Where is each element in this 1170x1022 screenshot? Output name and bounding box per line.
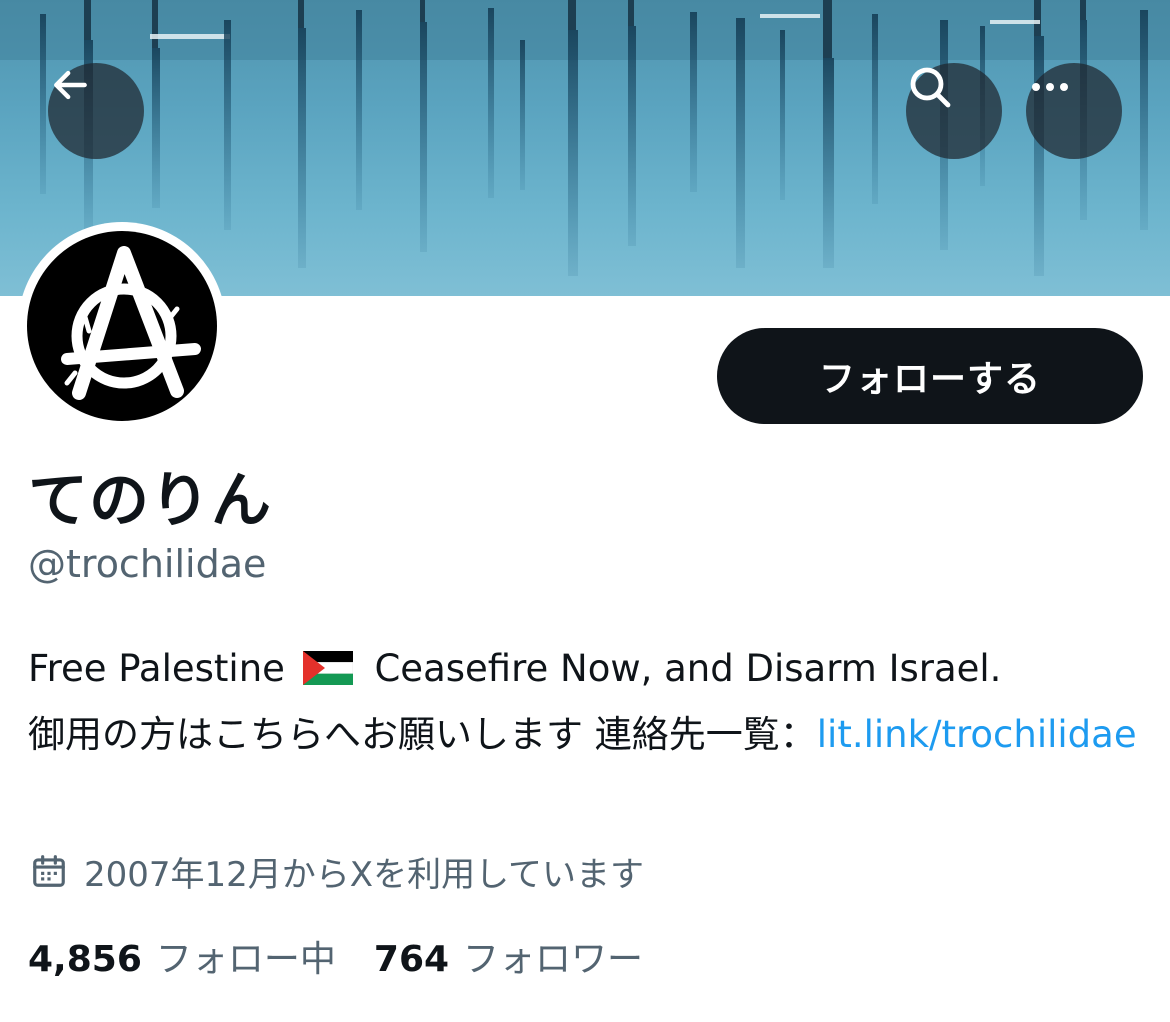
avatar: [27, 231, 217, 421]
calendar-icon: [30, 852, 68, 890]
following-label: フォロー中: [155, 939, 336, 980]
more-horizontal-icon: [1032, 83, 1068, 91]
followers-count: 764: [373, 939, 450, 980]
follow-stats: 4,856 フォロー中 764 フォロワー: [28, 930, 643, 982]
join-date: 2007年12月からXを利用しています: [30, 848, 645, 895]
search-icon: [910, 67, 951, 108]
followers-link[interactable]: 764 フォロワー: [374, 930, 643, 982]
palestine-flag-icon: [302, 642, 353, 704]
arrow-left-icon: [54, 70, 87, 100]
user-handle: @trochilidae: [28, 542, 267, 586]
following-link[interactable]: 4,856 フォロー中: [28, 930, 336, 982]
bio-link[interactable]: lit.link/trochilidae: [817, 713, 1137, 756]
more-button[interactable]: [1026, 63, 1122, 159]
follow-button[interactable]: フォローする: [717, 328, 1143, 424]
search-button[interactable]: [906, 63, 1002, 159]
profile-bio: Free Palestine Ceasefire Now, and Disarm…: [28, 638, 1138, 766]
followers-label: フォロワー: [463, 939, 644, 980]
bio-text: Ceasefire Now, and Disarm Israel.: [374, 647, 1002, 690]
bio-text: 御用の方はこちらへお願いします 連絡先一覧：: [28, 713, 817, 756]
join-date-text: 2007年12月からXを利用しています: [84, 854, 645, 895]
display-name: てのりん: [28, 466, 272, 536]
back-button[interactable]: [48, 63, 144, 159]
following-count: 4,856: [28, 939, 142, 980]
anarchy-symbol-icon: [61, 246, 201, 400]
bio-text: Free Palestine: [28, 647, 285, 690]
avatar-frame[interactable]: [18, 222, 226, 430]
